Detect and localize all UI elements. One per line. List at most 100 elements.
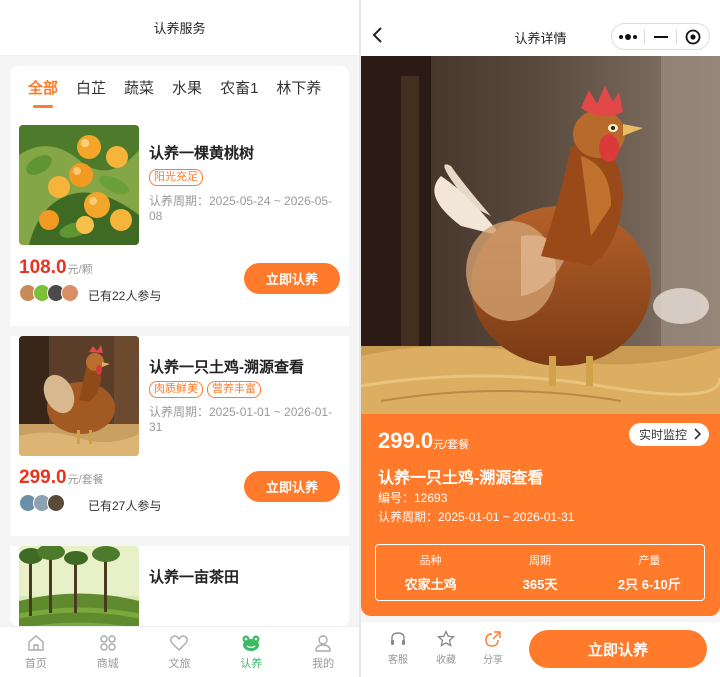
- miniprogram-capsule: [611, 23, 710, 50]
- share-button[interactable]: 分享: [473, 630, 513, 666]
- item-title: 认养一亩茶田: [149, 569, 240, 586]
- adoption-list-card: 全部 白芷 蔬菜 水果 农畜1 林下养 认养一棵黄桃树 阳光充足 认养周期：20…: [10, 66, 349, 626]
- chicken-image: [19, 336, 139, 456]
- category-tabs: 全部 白芷 蔬菜 水果 农畜1 林下养: [10, 66, 349, 116]
- grid-icon: [99, 635, 116, 651]
- monitor-label: 实时监控: [639, 428, 688, 442]
- price-value: 108.0: [19, 257, 67, 278]
- price-value: 299.0: [378, 428, 434, 453]
- peach-tree-image: [19, 125, 139, 245]
- spec-breed: 品种 农家土鸡: [376, 545, 485, 600]
- tab-all[interactable]: 全部: [28, 66, 58, 116]
- nav-label: 我的: [312, 658, 335, 670]
- spec-value: 农家土鸡: [404, 577, 457, 592]
- detail-title: 认养一只土鸡-溯源查看: [378, 470, 544, 487]
- target-icon: [685, 29, 701, 44]
- participant-count: 已有22人参与: [88, 289, 162, 303]
- item-tags: 肉质鲜美 营养丰富: [149, 381, 261, 398]
- item-period: 认养周期：2025-05-24 ~ 2026-05-08: [149, 194, 333, 223]
- price-value: 299.0: [19, 467, 67, 488]
- action-label: 客服: [388, 655, 408, 666]
- avatar: [47, 494, 65, 512]
- live-monitor-button[interactable]: 实时监控: [629, 423, 710, 446]
- nav-adopt[interactable]: 认养: [215, 627, 287, 677]
- chicken-hero-image: [361, 56, 720, 416]
- list-item[interactable]: 认养一亩茶田: [10, 546, 349, 626]
- home-icon: [28, 635, 44, 651]
- nav-label: 文旅: [168, 658, 191, 670]
- price-unit: 元/颗: [67, 264, 93, 276]
- price-unit: 元/套餐: [67, 474, 104, 486]
- tab-baizhi[interactable]: 白芷: [76, 66, 106, 116]
- tab-livestock[interactable]: 农畜1: [220, 66, 258, 116]
- item-price: 108.0元/颗: [19, 257, 93, 279]
- tab-vegetables[interactable]: 蔬菜: [124, 66, 154, 116]
- nav-culture-tourism[interactable]: 文旅: [144, 627, 216, 677]
- page-header: 认养服务: [0, 0, 359, 56]
- spec-value: 2只 6-10斤: [617, 577, 681, 592]
- tea-field-image: [19, 546, 139, 626]
- item-tag: 营养丰富: [207, 381, 261, 398]
- favorite-button[interactable]: 收藏: [426, 630, 466, 666]
- nav-mall[interactable]: 商城: [72, 627, 144, 677]
- item-title: 认养一只土鸡-溯源查看: [149, 359, 304, 376]
- detail-price: 299.0元/套餐: [378, 428, 469, 454]
- page-header: 认养详情: [361, 0, 720, 56]
- customer-service-button[interactable]: 客服: [378, 630, 418, 666]
- adoption-detail-screen: 认养详情 299.0元/套餐 实时监控 认养一只土鸡-溯源查看 编号：12693…: [361, 0, 720, 677]
- heart-icon: [170, 635, 189, 651]
- spec-key: 产量: [638, 555, 661, 567]
- item-tag: 肉质鲜美: [149, 381, 203, 398]
- adopt-now-button[interactable]: 立即认养: [529, 630, 707, 668]
- avatar: [61, 284, 79, 302]
- more-button[interactable]: [612, 24, 644, 49]
- participant-avatars: [19, 284, 79, 302]
- user-icon: [315, 635, 331, 652]
- participant-avatars: [19, 494, 65, 512]
- item-tags: 阳光充足: [149, 169, 203, 186]
- adopt-now-button[interactable]: 立即认养: [244, 471, 340, 502]
- item-period: 认养周期：2025-01-01 ~ 2026-01-31: [149, 405, 333, 434]
- item-title: 认养一棵黄桃树: [149, 145, 255, 162]
- list-item[interactable]: 认养一只土鸡-溯源查看 肉质鲜美 营养丰富 认养周期：2025-01-01 ~ …: [10, 336, 349, 536]
- bottom-navigation: 首页 商城 文旅 认养 我的: [0, 626, 359, 677]
- frog-icon: [242, 635, 260, 651]
- item-tag: 阳光充足: [149, 169, 203, 186]
- minus-icon: [653, 35, 668, 38]
- action-label: 分享: [483, 655, 503, 666]
- spec-key: 品种: [419, 555, 442, 567]
- spec-cycle: 周期 365天: [485, 545, 594, 600]
- adoption-service-screen: 认养服务 全部 白芷 蔬菜 水果 农畜1 林下养 认养一棵黄桃树 阳光充足 认养…: [0, 0, 359, 677]
- headset-icon: [391, 632, 405, 645]
- serial-number: 编号：12693: [378, 491, 448, 505]
- star-icon: [437, 630, 455, 647]
- spec-key: 周期: [528, 555, 551, 567]
- minimize-button[interactable]: [645, 24, 677, 49]
- tab-fruit[interactable]: 水果: [172, 66, 202, 116]
- tab-forest[interactable]: 林下养: [276, 66, 321, 116]
- divider: [10, 536, 349, 546]
- spec-yield: 产量 2只 6-10斤: [595, 545, 704, 600]
- share-icon: [485, 631, 501, 647]
- spec-box: 品种 农家土鸡 周期 365天 产量 2只 6-10斤: [375, 544, 705, 601]
- nav-home[interactable]: 首页: [0, 627, 72, 677]
- more-dots-icon: [618, 33, 637, 40]
- bottom-action-bar: 客服 收藏 分享 立即认养: [361, 622, 720, 677]
- divider: [10, 326, 349, 336]
- nav-label: 认养: [240, 658, 263, 670]
- participant-count: 已有27人参与: [88, 499, 162, 513]
- close-miniprogram-button[interactable]: [677, 24, 709, 49]
- spec-value: 365天: [522, 577, 558, 592]
- adoption-period: 认养周期：2025-01-01 ~ 2026-01-31: [378, 510, 575, 524]
- page-title: 认养服务: [153, 21, 206, 36]
- nav-mine[interactable]: 我的: [287, 627, 359, 677]
- product-detail-panel: 299.0元/套餐 实时监控 认养一只土鸡-溯源查看 编号：12693 认养周期…: [361, 414, 720, 616]
- item-price: 299.0元/套餐: [19, 467, 104, 489]
- adopt-now-button[interactable]: 立即认养: [244, 263, 340, 294]
- nav-label: 首页: [24, 658, 47, 670]
- nav-label: 商城: [96, 658, 119, 670]
- list-item[interactable]: 认养一棵黄桃树 阳光充足 认养周期：2025-05-24 ~ 2026-05-0…: [10, 116, 349, 326]
- chevron-right-icon: [694, 428, 702, 440]
- action-label: 收藏: [436, 655, 456, 666]
- price-unit: 元/套餐: [433, 439, 470, 451]
